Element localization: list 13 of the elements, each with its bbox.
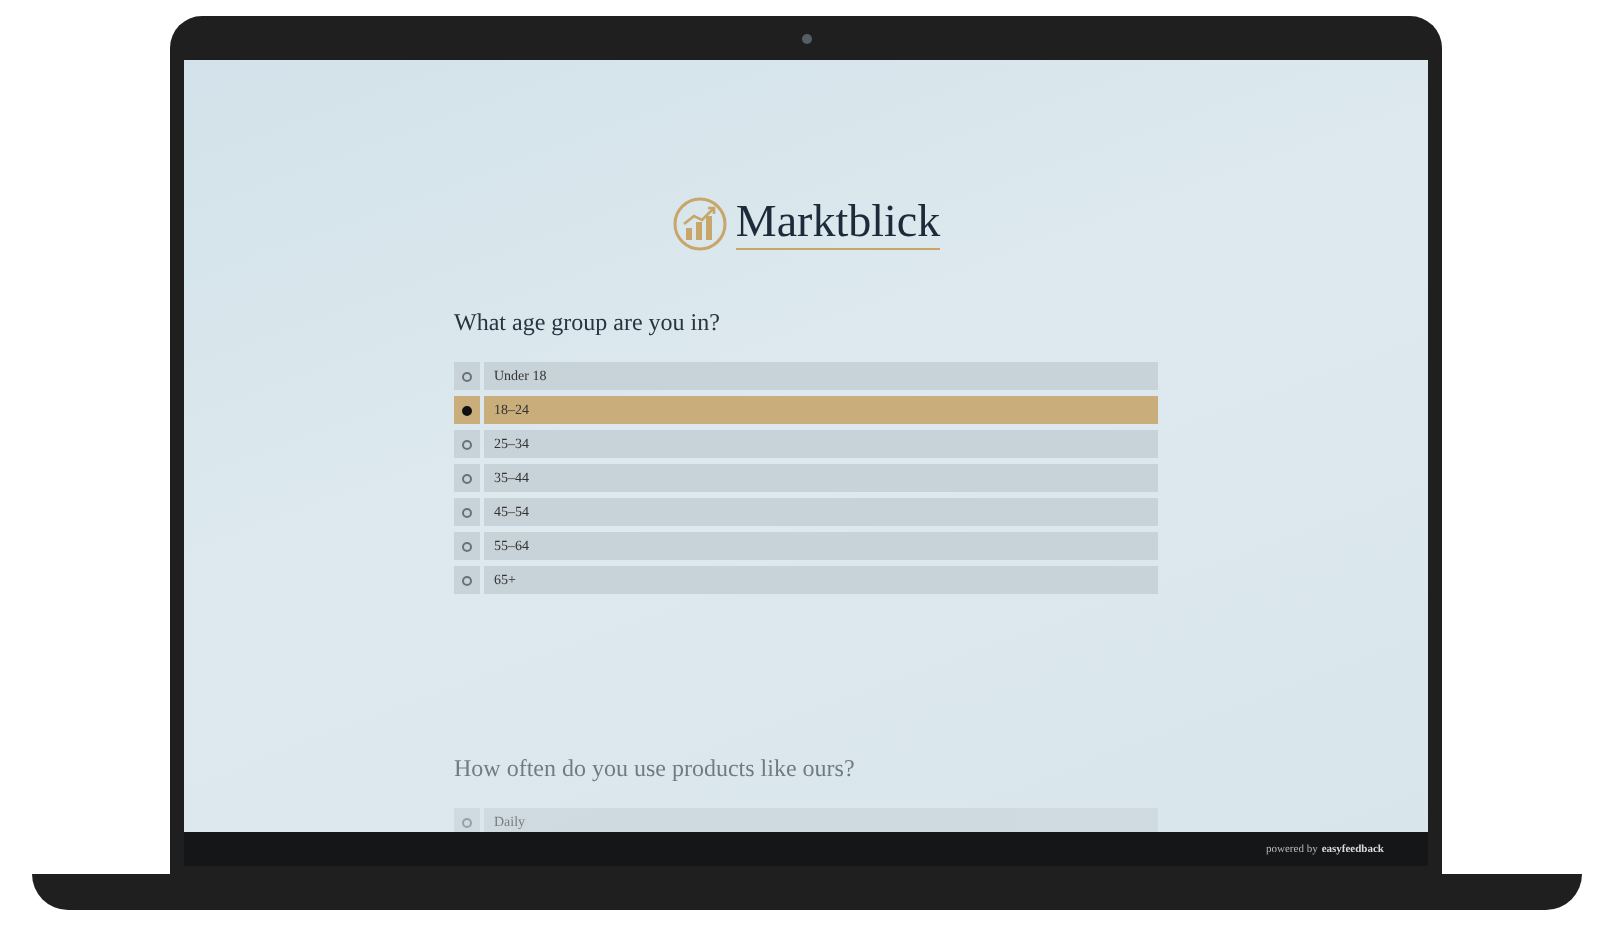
question-title: How often do you use products like ours? <box>454 754 857 784</box>
brand-name: Marktblick <box>735 197 941 251</box>
radio-icon <box>462 439 472 449</box>
radio-icon <box>462 405 472 415</box>
radio-icon <box>462 473 472 483</box>
radio-icon <box>462 371 472 381</box>
radio-icon <box>462 541 472 551</box>
radio-icon <box>462 507 472 517</box>
chart-logo-icon <box>671 196 728 252</box>
radio-icon <box>462 575 472 585</box>
camera-icon <box>801 33 811 43</box>
question-title: What age group are you in? <box>454 308 722 338</box>
radio-icon <box>462 817 472 827</box>
